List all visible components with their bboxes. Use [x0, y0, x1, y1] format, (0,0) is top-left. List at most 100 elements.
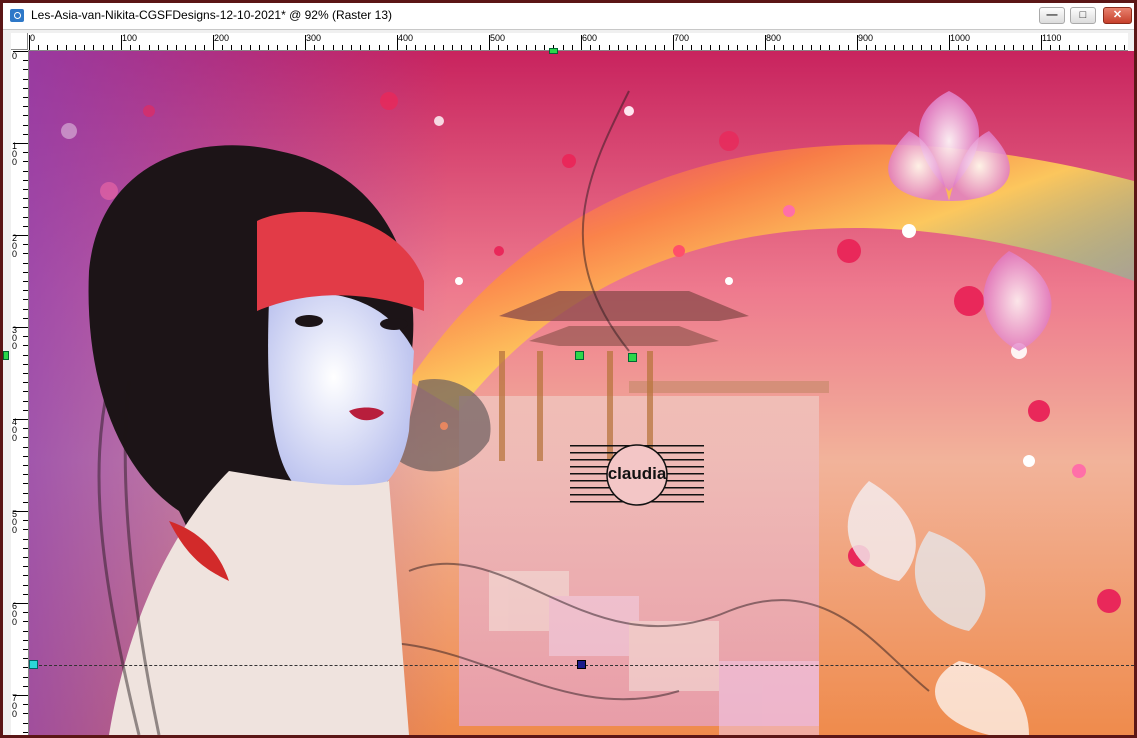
ruler-tick [608, 45, 610, 50]
minimize-button[interactable]: — [1039, 7, 1065, 24]
vertical-ruler[interactable]: 0 100 200 300 400 500 600 700 [11, 50, 29, 735]
ruler-tick [23, 244, 28, 246]
ruler-label: 900 [858, 33, 874, 43]
ruler-tick [23, 731, 28, 733]
ruler-tick [378, 45, 380, 50]
ruler-tick [1077, 45, 1079, 50]
ruler-tick [360, 45, 362, 50]
ruler-label: 800 [766, 33, 782, 43]
ruler-tick [23, 621, 28, 623]
ruler-tick [866, 45, 868, 50]
ruler-tick [23, 547, 28, 549]
ruler-tick [23, 152, 28, 154]
ruler-tick [415, 45, 417, 50]
ruler-tick [507, 45, 509, 50]
ruler-label: 200 [12, 233, 18, 259]
ruler-tick [13, 51, 28, 52]
guide-handle[interactable] [628, 353, 637, 362]
ruler-label: 1100 [1042, 33, 1062, 43]
ruler-tick [737, 45, 739, 50]
ruler-tick [995, 45, 996, 50]
ruler-tick [23, 161, 28, 163]
ruler-tick [23, 483, 28, 485]
ruler-tick [755, 45, 757, 50]
ruler-tick [23, 60, 28, 62]
ruler-label: 1000 [950, 33, 971, 43]
ruler-tick [295, 45, 297, 50]
ruler-tick [13, 695, 28, 696]
ruler-tick [203, 45, 205, 50]
ruler-label: 600 [582, 33, 598, 43]
ruler-label: 400 [398, 33, 414, 43]
ruler-tick [23, 575, 28, 577]
ruler-tick [774, 45, 776, 50]
ruler-tick [286, 45, 288, 50]
ruler-tick [148, 45, 150, 50]
ruler-label: 200 [214, 33, 230, 43]
ruler-tick [939, 45, 941, 50]
ruler-tick [1031, 45, 1033, 50]
minimize-icon: — [1046, 9, 1058, 21]
ruler-tick [424, 45, 426, 50]
ruler-tick [268, 45, 270, 50]
ruler-label: 300 [306, 33, 322, 43]
ruler-tick [719, 45, 720, 50]
ruler-tick [23, 299, 28, 301]
guide-handle[interactable] [29, 660, 38, 669]
ruler-tick [29, 35, 30, 50]
ruler-tick [23, 97, 28, 98]
ruler-tick [599, 45, 601, 50]
ruler-tick [314, 45, 316, 50]
ruler-tick [23, 78, 28, 80]
ruler-tick [23, 124, 28, 126]
ruler-tick [23, 658, 28, 660]
ruler-tick [1068, 45, 1070, 50]
ruler-tick [277, 45, 279, 50]
ruler-tick [1087, 45, 1088, 50]
title-bar[interactable]: Les-Asia-van-Nikita-CGSFDesigns-12-10-20… [3, 3, 1134, 30]
ruler-label: 700 [674, 33, 690, 43]
ruler-tick [976, 45, 978, 50]
ruler-tick [875, 45, 877, 50]
ruler-label: 700 [12, 693, 18, 719]
ruler-tick [23, 198, 28, 200]
ruler-tick [406, 45, 408, 50]
horizontal-guide-handle[interactable] [549, 48, 558, 54]
ruler-tick [23, 373, 28, 374]
ruler-tick [23, 225, 28, 227]
ruler-tick [194, 45, 196, 50]
guide-handle[interactable] [575, 351, 584, 360]
ruler-tick [23, 676, 28, 678]
ruler-tick [700, 45, 702, 50]
ruler-tick [23, 612, 28, 614]
ruler-tick [893, 45, 895, 50]
ruler-tick [461, 45, 463, 50]
guide-handle[interactable] [577, 660, 586, 669]
ruler-tick [323, 45, 325, 50]
ruler-tick [13, 143, 28, 144]
ruler-tick [23, 704, 28, 706]
ruler-tick [516, 45, 518, 50]
ruler-tick [1013, 45, 1015, 50]
horizontal-ruler[interactable]: 0 100 200 300 400 500 600 700 800 900 10… [28, 33, 1128, 51]
ruler-tick [617, 45, 619, 50]
ruler-tick [47, 45, 49, 50]
image-canvas[interactable]: claudia [29, 51, 1134, 735]
ruler-tick [525, 45, 527, 50]
ruler-tick [433, 45, 435, 50]
close-button[interactable]: ✕ [1103, 7, 1132, 24]
vertical-guide-handle[interactable] [3, 351, 9, 360]
ruler-tick [23, 520, 28, 522]
ruler-tick [1123, 45, 1125, 50]
ruler-tick [397, 35, 398, 50]
ruler-tick [341, 45, 343, 50]
ruler-label: 100 [122, 33, 138, 43]
ruler-tick [167, 45, 168, 50]
maximize-button[interactable]: □ [1070, 7, 1096, 24]
ruler-tick [176, 45, 178, 50]
ruler-tick [23, 529, 28, 531]
ruler-tick [820, 45, 822, 50]
ruler-tick [130, 45, 132, 50]
ruler-tick [65, 45, 67, 50]
ruler-tick [23, 336, 28, 338]
